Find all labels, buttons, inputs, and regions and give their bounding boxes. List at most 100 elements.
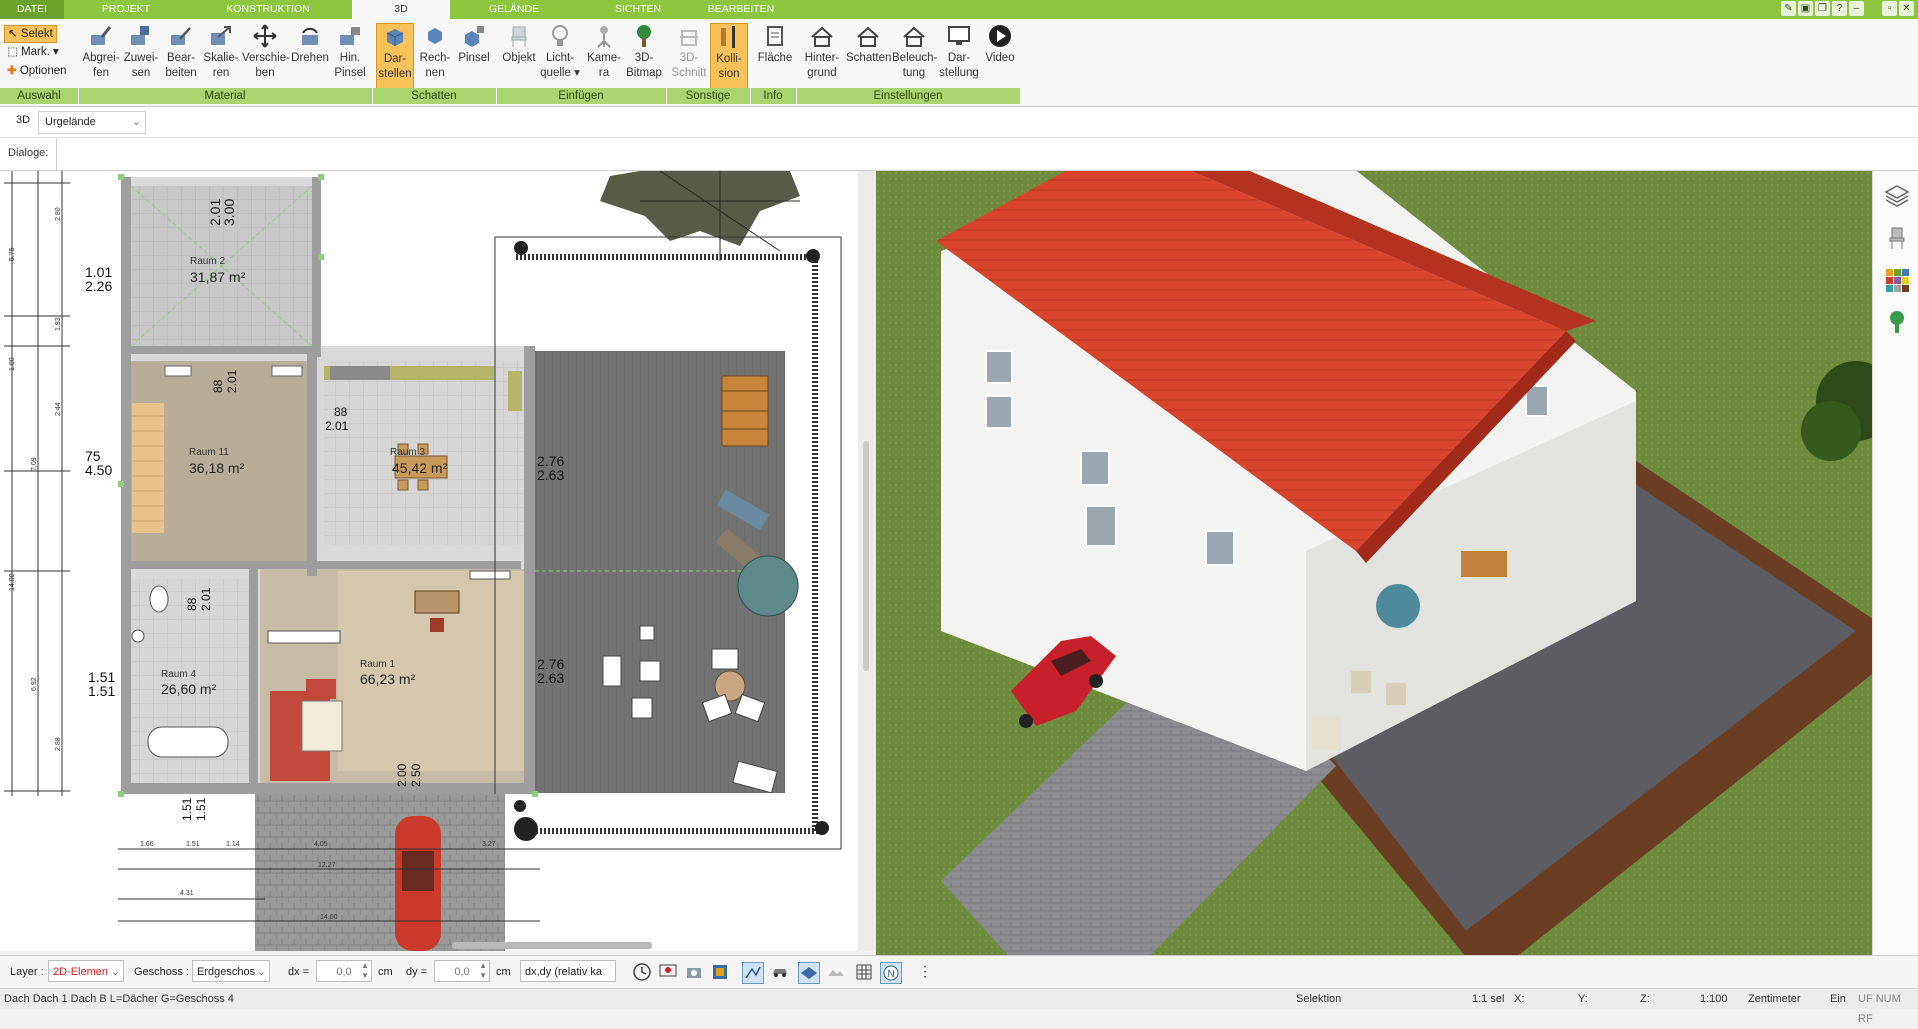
flaeche-button[interactable]: Fläche [756,23,794,66]
tab-sichten[interactable]: SICHTEN [578,0,698,19]
minimize-icon[interactable]: – [1849,1,1864,16]
window[interactable] [164,365,192,377]
rechnen-button[interactable]: Rech-nen [416,23,454,81]
material-palette-icon[interactable] [1884,267,1910,293]
bitmap-3d-button[interactable]: 3D- Bitmap [624,23,664,81]
floor-plan-2d[interactable]: 5.75 2.80 1.93 1.00 2.44 7.09 14.00 6.92… [0,171,858,951]
bush[interactable] [514,817,538,841]
chair[interactable] [417,479,429,491]
dx-input[interactable]: 0,0 ▲ ▼ [316,960,372,982]
kollision-button[interactable]: Kolli-sion [710,23,748,89]
relative-mode-select[interactable]: dx,dy (relativ ka [520,960,616,982]
dim-label: 2.01 [325,419,349,433]
close-icon[interactable]: ✕ [1899,1,1914,16]
view-3d[interactable] [876,171,1872,955]
video-button[interactable]: Video [982,23,1018,66]
skalieren-button[interactable]: Skalie-ren [202,23,240,81]
car-top-view[interactable] [395,816,441,951]
dy-input[interactable]: 0,0 ▲ ▼ [434,960,490,982]
tab-konstruktion[interactable]: KONSTRUKTION [188,0,348,19]
zuweisen-label-2: sen [131,67,151,79]
tab-gelaende[interactable]: GELÄNDE [450,0,578,19]
bush[interactable] [514,800,526,812]
kitchen-counter[interactable] [508,371,522,411]
camera-settings-icon[interactable] [684,962,704,982]
render-icon[interactable] [710,962,730,982]
floor-plan-canvas[interactable]: 5.75 2.80 1.93 1.00 2.44 7.09 14.00 6.92… [0,171,858,951]
help-icon[interactable]: ? [1832,1,1847,16]
tools-icon[interactable]: ✎ [1781,1,1796,16]
layer-select[interactable]: 2D-Elemen ⌄ [48,960,124,982]
beleuchtung-button[interactable]: Beleuch-tung [892,23,937,81]
dropdown-arrow-icon[interactable]: ▾ [574,67,580,79]
more-options-icon[interactable]: ⋮ [918,963,932,980]
view-splitter[interactable] [858,171,876,951]
plane-icon[interactable] [798,962,820,984]
stepper-icon[interactable]: ▲ ▼ [479,961,487,981]
bush[interactable] [514,241,528,255]
chair[interactable] [397,479,409,491]
darstellen-button[interactable]: Dar-stellen [376,23,414,89]
restore-icon[interactable]: ❐ [1815,1,1830,16]
tab-projekt[interactable]: PROJEKT [64,0,188,19]
optionen-button[interactable]: ✚ Optionen [4,63,70,79]
hintergrund-button[interactable]: Hinter-grund [800,23,844,81]
tab-datei[interactable]: DATEI [0,0,64,19]
verschieben-button[interactable]: Verschie-ben [242,23,290,81]
tree-top-view[interactable] [600,171,800,261]
desk[interactable] [414,590,460,614]
tab-bearbeiten[interactable]: BEARBEITEN [698,0,784,19]
selekt-button[interactable]: ↖ Selekt [4,25,57,43]
window[interactable] [469,570,511,580]
room-area: 45,42 m² [392,460,448,476]
bush[interactable] [815,821,829,835]
abgreifen-button[interactable]: Abgrei-fen [82,23,120,81]
staircase[interactable] [132,403,164,533]
layers-icon[interactable] [1884,183,1910,209]
sink[interactable] [131,629,145,643]
plant-icon[interactable] [1884,309,1910,335]
coffee-table[interactable] [301,700,343,752]
maximize-icon[interactable]: ▫ [1882,1,1897,16]
sideboard[interactable] [267,630,341,644]
horizontal-scrollbar[interactable] [452,942,652,949]
geschoss-select[interactable]: Erdgeschos ⌄ [192,960,270,982]
vertical-scrollbar[interactable] [863,441,869,671]
toilet[interactable] [149,585,169,613]
kitchen-appliance[interactable] [330,366,390,380]
lichtquelle-button[interactable]: Licht-quelle ▾ [540,23,580,81]
bathtub[interactable] [147,726,229,758]
bearbeiten-button[interactable]: Bear-beiten [162,23,200,81]
driveway[interactable] [255,794,505,951]
status-flags: UF NUM RF [1858,993,1901,1025]
zuweisen-button[interactable]: Zuwei-sen [122,23,160,81]
darstellung-button[interactable]: Dar-stellung [938,23,980,81]
window-icon[interactable]: ▣ [1798,1,1813,16]
schatten-einst-button[interactable]: Schatten [846,23,891,66]
rotate-icon [302,27,318,45]
pinsel-schatten-button[interactable]: Pinsel [456,23,492,66]
north-icon[interactable]: N [880,962,902,984]
terrain-dropdown[interactable]: Urgelände ⌄ [38,111,146,134]
stepper-icon[interactable]: ▲ ▼ [361,961,369,981]
hin-pinsel-button[interactable]: Hin. Pinsel [332,23,368,81]
grid-icon[interactable] [854,962,874,982]
armchair[interactable] [306,679,336,699]
kamera-button[interactable]: Kame-ra [586,23,622,81]
schnitt-3d-button[interactable]: 3D- Schnitt [670,23,708,81]
draw-line-icon[interactable] [742,962,764,984]
window[interactable] [271,365,303,377]
view-3d-canvas[interactable] [876,171,1872,955]
monitor-record-icon[interactable] [658,962,678,982]
objekt-button[interactable]: Objekt [500,23,538,66]
drehen-button[interactable]: Drehen [290,23,330,66]
mark-button[interactable]: ⬚ Mark. ▾ [4,44,62,60]
clock-icon[interactable] [632,962,652,982]
bush[interactable] [806,249,820,263]
terrain-icon[interactable] [826,962,846,982]
lightbulb-icon [552,25,568,46]
chair-panel-icon[interactable] [1884,225,1910,251]
office-chair[interactable] [430,618,444,632]
tab-3d[interactable]: 3D [352,0,450,19]
car-toggle-icon[interactable] [770,962,790,982]
